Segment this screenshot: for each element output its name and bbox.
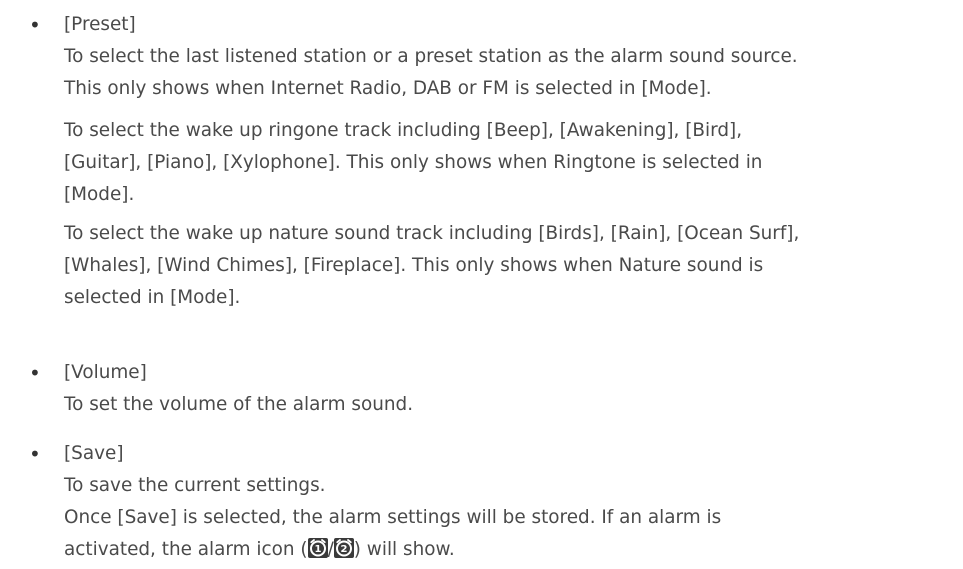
bullet: • <box>29 361 41 385</box>
term-preset: [Preset] <box>64 14 136 35</box>
text-line: This only shows when Internet Radio, DAB… <box>64 78 712 99</box>
text-line: Once [Save] is selected, the alarm setti… <box>64 507 722 528</box>
paragraph: To select the wake up nature sound track… <box>64 218 959 314</box>
paragraph: To save the current settings. Once [Save… <box>64 470 959 566</box>
paragraph: To select the wake up ringone track incl… <box>64 115 959 211</box>
alarm-1-number: 1 <box>314 544 321 555</box>
text-line: To save the current settings. <box>64 475 326 496</box>
paragraph: To select the last listened station or a… <box>64 41 959 105</box>
text-line: [Guitar], [Piano], [Xylophone]. This onl… <box>64 152 763 173</box>
term-save: [Save] <box>64 443 124 464</box>
text-line: To set the volume of the alarm sound. <box>64 394 414 415</box>
text-fragment: activated, the alarm icon ( <box>64 539 308 560</box>
paragraph: To set the volume of the alarm sound. <box>64 389 959 421</box>
alarm-2-number: 2 <box>340 544 347 555</box>
alarm-1-icon: 1 <box>307 538 328 558</box>
text-line: To select the last listened station or a… <box>64 46 798 67</box>
text-line: [Whales], [Wind Chimes], [Fireplace]. Th… <box>64 255 764 276</box>
bullet: • <box>29 13 41 37</box>
text-line: selected in [Mode]. <box>64 287 241 308</box>
term-volume: [Volume] <box>64 362 147 383</box>
text-line: [Mode]. <box>64 184 135 205</box>
alarm-2-icon: 2 <box>333 538 354 558</box>
bullet: • <box>29 442 41 466</box>
text-line-with-icons: activated, the alarm icon ( 1 / 2 ) will… <box>64 534 959 566</box>
text-line: To select the wake up ringone track incl… <box>64 120 743 141</box>
text-line: To select the wake up nature sound track… <box>64 223 800 244</box>
text-fragment: ) will show. <box>353 539 455 560</box>
